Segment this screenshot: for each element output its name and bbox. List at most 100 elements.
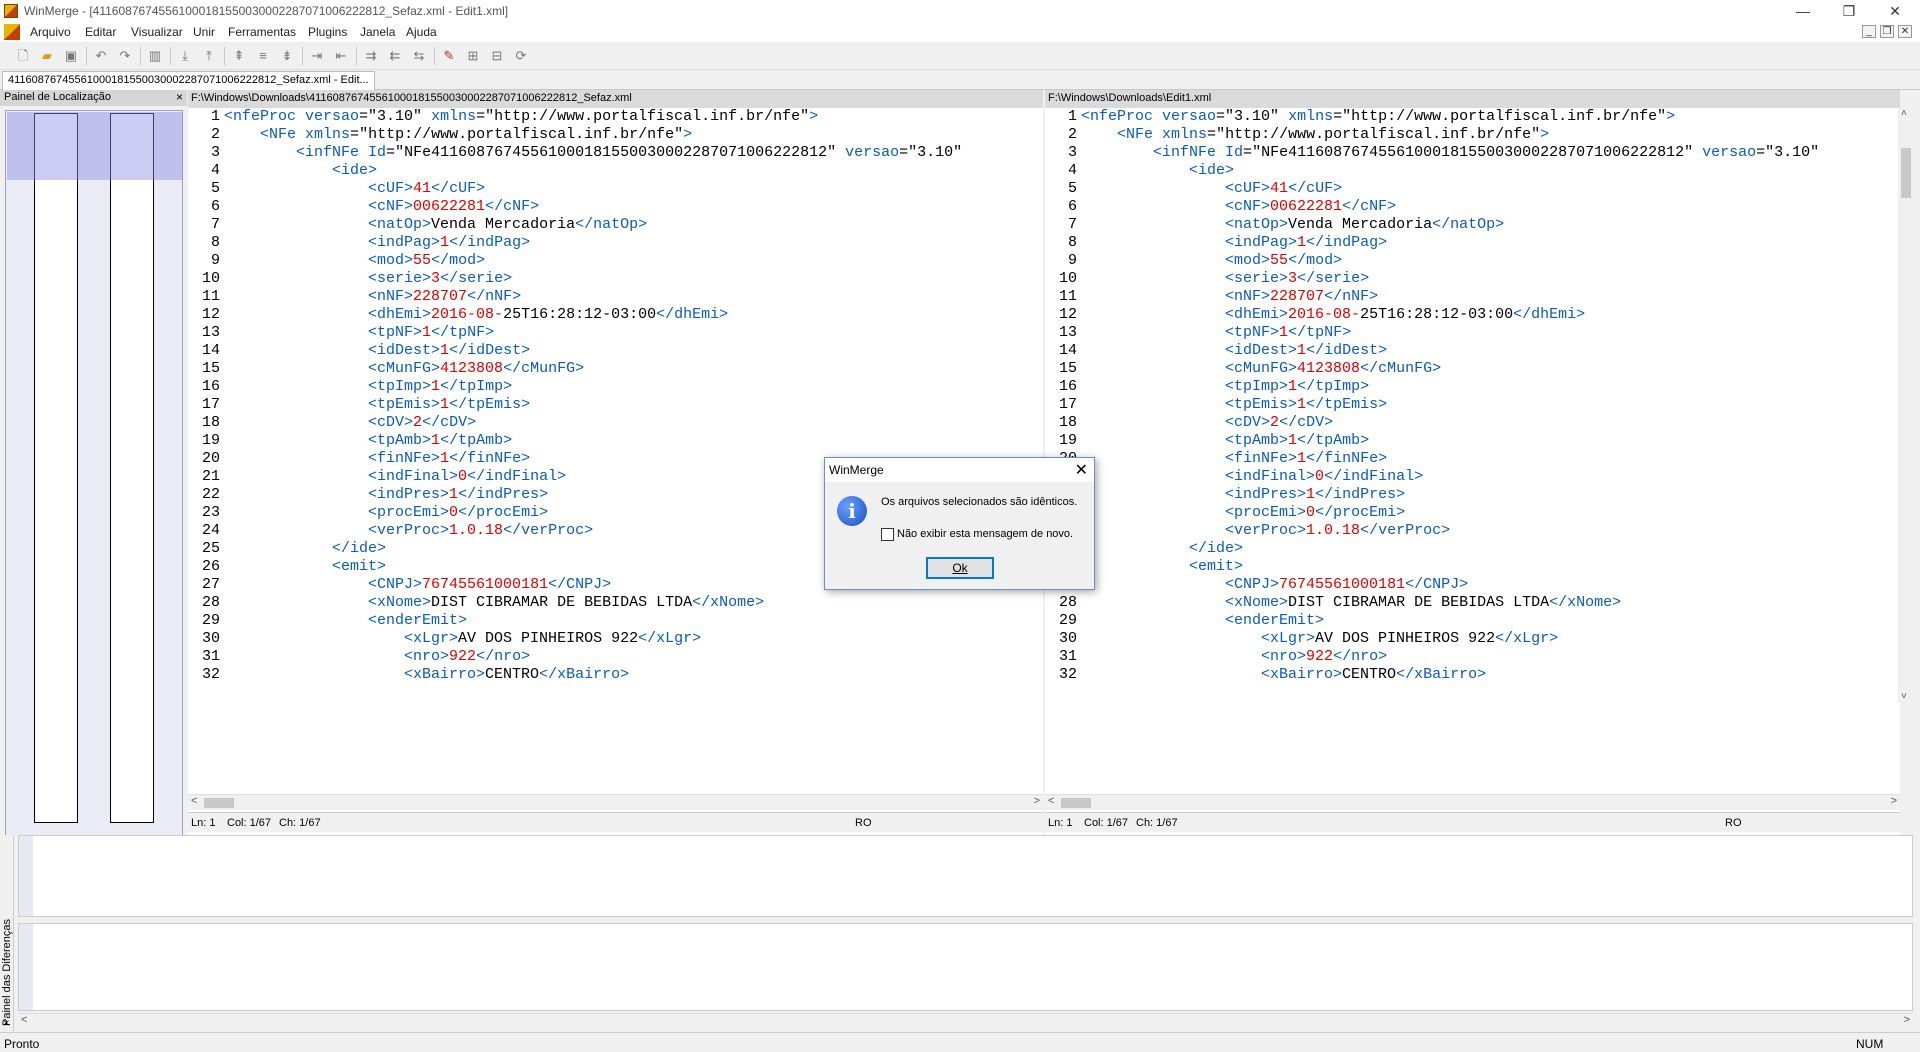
code-line[interactable]: 31 <nro>922</nro> — [188, 648, 1043, 666]
scroll-down-icon[interactable]: ˅ — [1901, 691, 1907, 702]
copy-left-icon[interactable]: ⇤ — [332, 47, 350, 65]
copy-all-right-icon[interactable]: ⇉ — [362, 47, 380, 65]
code-line[interactable]: 10 <serie>3</serie> — [188, 270, 1043, 288]
code-line[interactable]: 14 <idDest>1</idDest> — [188, 342, 1043, 360]
diff-panel-bottom-view[interactable] — [18, 923, 1913, 1011]
code-line[interactable]: 2 <NFe xmlns="http://www.portalfiscal.in… — [1045, 126, 1900, 144]
dialog-close-icon[interactable]: ✕ — [1075, 460, 1088, 480]
code-line[interactable]: 25 </ide> — [1045, 540, 1900, 558]
code-line[interactable]: 1 <nfeProc versao="3.10" xmlns="http://ww… — [1045, 108, 1900, 126]
menu-editar[interactable]: Editar — [85, 25, 116, 39]
vertical-scroll-thumb[interactable] — [1901, 148, 1911, 198]
menu-visualizar[interactable]: Visualizar — [131, 25, 183, 39]
code-line[interactable]: 26 <emit> — [1045, 558, 1900, 576]
code-line[interactable]: 3 <infNFe Id="NFe41160876745561000181550… — [1045, 144, 1900, 162]
code-line[interactable]: 28 <xNome>DIST CIBRAMAR DE BEBIDAS LTDA<… — [1045, 594, 1900, 612]
maximize-button[interactable]: ❐ — [1826, 0, 1872, 22]
code-line[interactable]: 9 <mod>55</mod> — [188, 252, 1043, 270]
left-code-view[interactable]: 1 <nfeProc versao="3.10" xmlns="http://ww… — [188, 108, 1043, 684]
code-line[interactable]: 15 <cMunFG>4123808</cMunFG> — [1045, 360, 1900, 378]
code-line[interactable]: 18 <cDV>2</cDV> — [188, 414, 1043, 432]
tab-compare-document[interactable]: 4116087674556100018155003000228707100622… — [2, 71, 375, 90]
open-folder-icon[interactable]: ▰ — [38, 47, 56, 65]
code-line[interactable]: 7 <natOp>Venda Mercadoria</natOp> — [188, 216, 1043, 234]
first-diff-icon[interactable]: ⇞ — [230, 47, 248, 65]
collapse-icon[interactable]: ⊟ — [488, 47, 506, 65]
location-map[interactable] — [5, 110, 183, 910]
code-line[interactable]: 2 <NFe xmlns="http://www.portalfiscal.in… — [188, 126, 1043, 144]
scroll-right-icon[interactable]: > — [1891, 795, 1897, 807]
dont-show-again-label[interactable]: Não exibir esta mensagem de novo. — [897, 528, 1073, 540]
close-window-button[interactable]: ✕ — [1872, 0, 1918, 22]
undo-icon[interactable]: ↶ — [92, 47, 110, 65]
code-line[interactable]: 24 <verProc>1.0.18</verProc> — [1045, 522, 1900, 540]
scroll-right-icon[interactable]: > — [1904, 1014, 1910, 1026]
code-line[interactable]: 8 <indPag>1</indPag> — [188, 234, 1043, 252]
code-line[interactable]: 20 <finNFe>1</finNFe> — [1045, 450, 1900, 468]
save-icon[interactable]: ▣ — [62, 47, 80, 65]
left-horizontal-scrollbar[interactable]: < > — [188, 794, 1043, 810]
diff-panel-top-view[interactable] — [18, 835, 1913, 917]
scroll-left-icon[interactable]: < — [191, 795, 197, 807]
menu-ajuda[interactable]: Ajuda — [406, 25, 437, 39]
menu-arquivo[interactable]: Arquivo — [30, 25, 71, 39]
menu-unir[interactable]: Unir — [193, 25, 215, 39]
code-line[interactable]: 3 <infNFe Id="NFe41160876745561000181550… — [188, 144, 1043, 162]
code-line[interactable]: 6 <cNF>00622281</cNF> — [1045, 198, 1900, 216]
copy-right-icon[interactable]: ⇥ — [308, 47, 326, 65]
minimize-button[interactable]: — — [1780, 0, 1826, 22]
code-line[interactable]: 12 <dhEmi>2016-08-25T16:28:12-03:00</dhE… — [188, 306, 1043, 324]
next-diff-icon[interactable]: ⤓ — [176, 47, 194, 65]
code-line[interactable]: 28 <xNome>DIST CIBRAMAR DE BEBIDAS LTDA<… — [188, 594, 1043, 612]
copy-all-left-icon[interactable]: ⇇ — [386, 47, 404, 65]
last-diff-icon[interactable]: ⇟ — [278, 47, 296, 65]
code-line[interactable]: 11 <nNF>228707</nNF> — [1045, 288, 1900, 306]
code-line[interactable]: 5 <cUF>41</cUF> — [188, 180, 1043, 198]
code-line[interactable]: 21 <indFinal>0</indFinal> — [1045, 468, 1900, 486]
code-line[interactable]: 1 <nfeProc versao="3.10" xmlns="http://ww… — [188, 108, 1043, 126]
diff-horizontal-scrollbar[interactable]: < > — [18, 1013, 1913, 1029]
code-line[interactable]: 17 <tpEmis>1</tpEmis> — [188, 396, 1043, 414]
code-line[interactable]: 30 <xLgr>AV DOS PINHEIROS 922</xLgr> — [188, 630, 1043, 648]
code-line[interactable]: 22 <indPres>1</indPres> — [1045, 486, 1900, 504]
code-line[interactable]: 5 <cUF>41</cUF> — [1045, 180, 1900, 198]
scroll-thumb[interactable] — [204, 798, 234, 808]
location-panel-close-icon[interactable]: × — [176, 90, 183, 104]
code-line[interactable]: 30 <xLgr>AV DOS PINHEIROS 922</xLgr> — [1045, 630, 1900, 648]
document-menu-icon[interactable] — [4, 24, 20, 40]
menu-janela[interactable]: Janela — [360, 25, 395, 39]
mdi-close-button[interactable]: ✕ — [1898, 25, 1912, 38]
code-line[interactable]: 27 <CNPJ>76745561000181</CNPJ> — [1045, 576, 1900, 594]
code-line[interactable]: 29 <enderEmit> — [188, 612, 1043, 630]
code-line[interactable]: 13 <tpNF>1</tpNF> — [1045, 324, 1900, 342]
code-line[interactable]: 32 <xBairro>CENTRO</xBairro> — [1045, 666, 1900, 684]
code-line[interactable]: 13 <tpNF>1</tpNF> — [188, 324, 1043, 342]
code-line[interactable]: 23 <procEmi>0</procEmi> — [1045, 504, 1900, 522]
scroll-right-icon[interactable]: > — [1034, 795, 1040, 807]
code-line[interactable]: 16 <tpImp>1</tpImp> — [188, 378, 1043, 396]
code-line[interactable]: 9 <mod>55</mod> — [1045, 252, 1900, 270]
new-file-icon[interactable]: 🗋 — [14, 47, 32, 65]
scroll-thumb[interactable] — [1061, 798, 1091, 808]
all-copy-icon[interactable]: ⇆ — [410, 47, 428, 65]
refresh-icon[interactable]: ⟳ — [512, 47, 530, 65]
code-line[interactable]: 19 <tpAmb>1</tpAmb> — [1045, 432, 1900, 450]
code-line[interactable]: 7 <natOp>Venda Mercadoria</natOp> — [1045, 216, 1900, 234]
code-line[interactable]: 4 <ide> — [188, 162, 1043, 180]
code-line[interactable]: 19 <tpAmb>1</tpAmb> — [188, 432, 1043, 450]
scroll-left-icon[interactable]: < — [1048, 795, 1054, 807]
location-map-viewport[interactable] — [7, 112, 183, 180]
ok-button[interactable]: Ok — [926, 557, 994, 579]
right-code-view[interactable]: 1 <nfeProc versao="3.10" xmlns="http://ww… — [1045, 108, 1900, 684]
code-line[interactable]: 12 <dhEmi>2016-08-25T16:28:12-03:00</dhE… — [1045, 306, 1900, 324]
code-line[interactable]: 10 <serie>3</serie> — [1045, 270, 1900, 288]
vertical-scrollbar[interactable]: ˄ ˅ — [1898, 108, 1914, 702]
code-line[interactable]: 17 <tpEmis>1</tpEmis> — [1045, 396, 1900, 414]
right-horizontal-scrollbar[interactable]: < > — [1045, 794, 1900, 810]
menu-ferramentas[interactable]: Ferramentas — [228, 25, 296, 39]
scroll-left-icon[interactable]: < — [21, 1014, 27, 1026]
mdi-minimize-button[interactable]: _ — [1862, 25, 1876, 38]
code-line[interactable]: 4 <ide> — [1045, 162, 1900, 180]
code-line[interactable]: 31 <nro>922</nro> — [1045, 648, 1900, 666]
current-diff-icon[interactable]: ≡ — [254, 47, 272, 65]
